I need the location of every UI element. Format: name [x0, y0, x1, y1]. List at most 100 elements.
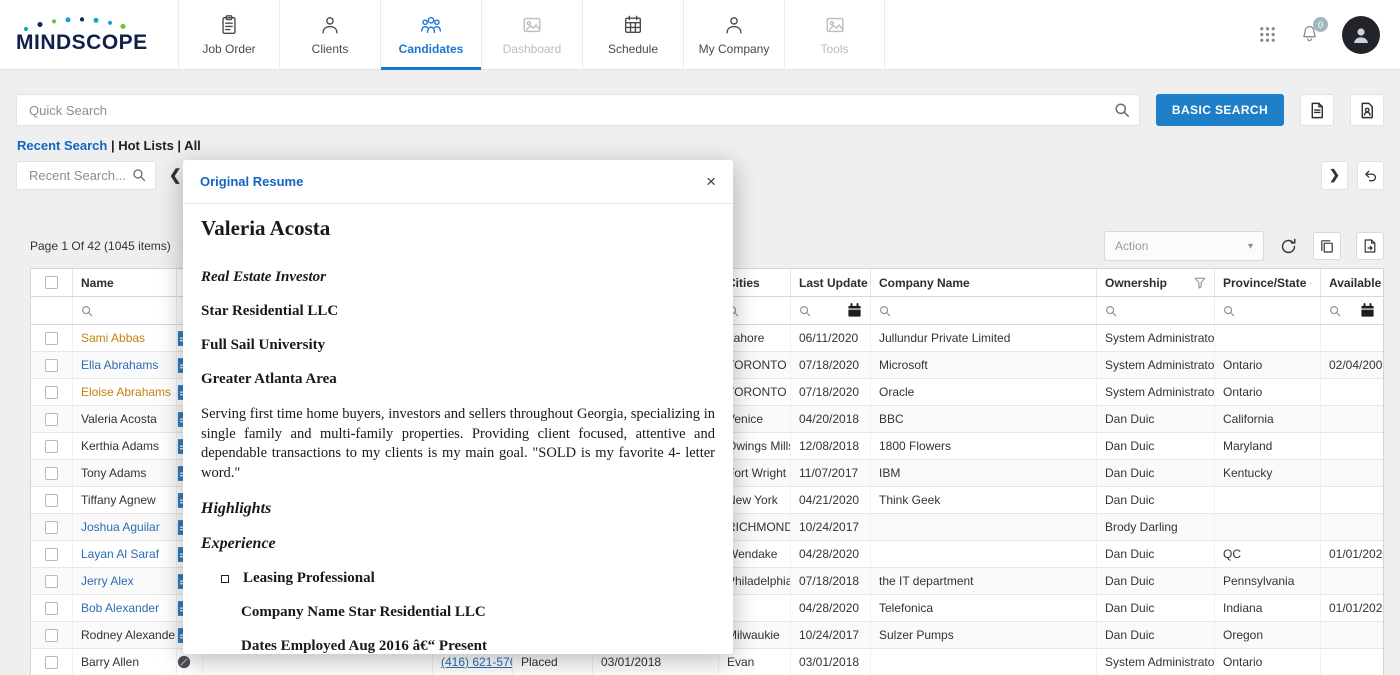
ownership-cell: System Administrator: [1097, 352, 1215, 378]
candidate-name-link[interactable]: Tiffany Agnew: [81, 493, 156, 507]
hot-lists-all-links[interactable]: | Hot Lists | All: [107, 138, 200, 153]
nav-label-dashboard: Dashboard: [503, 42, 562, 56]
search-icon: [1105, 305, 1117, 317]
refresh-button[interactable]: [1279, 237, 1298, 256]
filter-funnel-icon[interactable]: [1310, 277, 1312, 289]
header-ownership[interactable]: Ownership: [1097, 269, 1215, 296]
filter-province[interactable]: [1215, 297, 1321, 324]
filter-name[interactable]: [73, 297, 177, 324]
candidate-name-link[interactable]: Bob Alexander: [81, 601, 159, 615]
nav-item-candidates[interactable]: Candidates: [380, 0, 481, 69]
header-last-update[interactable]: Last Update: [791, 269, 871, 296]
scroll-right-button[interactable]: ❯: [1321, 161, 1348, 190]
province-cell: Ontario: [1215, 379, 1321, 405]
row-checkbox[interactable]: [45, 359, 58, 372]
header-name[interactable]: Name: [73, 269, 177, 296]
recent-search-link[interactable]: Recent Search: [17, 138, 107, 153]
row-checkbox[interactable]: [45, 548, 58, 561]
export-button[interactable]: [1356, 232, 1384, 260]
nav-label-schedule: Schedule: [608, 42, 658, 56]
row-checkbox[interactable]: [45, 656, 58, 669]
nav-item-tools[interactable]: Tools: [784, 0, 885, 69]
row-checkbox[interactable]: [45, 440, 58, 453]
export-icon: [1362, 238, 1378, 254]
province-cell: Indiana: [1215, 595, 1321, 621]
available-cell: [1321, 379, 1383, 405]
search-links-row: Recent Search | Hot Lists | All: [17, 138, 201, 153]
header-available[interactable]: Available: [1321, 269, 1383, 296]
ownership-cell: System Administrator: [1097, 649, 1215, 675]
header-province[interactable]: Province/State: [1215, 269, 1321, 296]
candidate-name-link[interactable]: Rodney Alexander: [81, 628, 177, 642]
recent-search-wrap: [16, 161, 156, 190]
row-checkbox[interactable]: [45, 413, 58, 426]
candidate-name-link[interactable]: Eloise Abrahams: [81, 385, 171, 399]
candidate-name-link[interactable]: Kerthia Adams: [81, 439, 159, 453]
row-checkbox[interactable]: [45, 386, 58, 399]
row-checkbox[interactable]: [45, 629, 58, 642]
row-checkbox[interactable]: [45, 494, 58, 507]
filter-select-cell: [31, 297, 73, 324]
candidate-name-link[interactable]: Layan Al Saraf: [81, 547, 159, 561]
close-icon[interactable]: ×: [706, 173, 716, 190]
last-update-cell: 04/21/2020: [791, 487, 871, 513]
action-dropdown[interactable]: Action ▾: [1104, 231, 1264, 261]
calendar-icon[interactable]: [847, 303, 862, 318]
row-checkbox[interactable]: [45, 602, 58, 615]
available-cell: [1321, 649, 1383, 675]
duplicate-button[interactable]: [1313, 232, 1341, 260]
candidate-name-link[interactable]: Joshua Aguilar: [81, 520, 160, 534]
row-checkbox[interactable]: [45, 521, 58, 534]
phone-link[interactable]: (416) 621-5767: [441, 655, 513, 669]
resume-import-button[interactable]: [1350, 94, 1384, 126]
search-icon[interactable]: [1114, 102, 1130, 118]
filter-ownership[interactable]: [1097, 297, 1215, 324]
nav-item-schedule[interactable]: Schedule: [582, 0, 683, 69]
candidate-name-link[interactable]: Sami Abbas: [81, 331, 145, 345]
row-select-cell: [31, 325, 73, 351]
candidate-name-link[interactable]: Ella Abrahams: [81, 358, 158, 372]
candidate-name-link[interactable]: Tony Adams: [81, 466, 146, 480]
header-company[interactable]: Company Name: [871, 269, 1097, 296]
quick-search-input[interactable]: [16, 94, 1140, 126]
company-cell: [871, 514, 1097, 540]
candidate-name-link[interactable]: Barry Allen: [81, 655, 139, 669]
nav-item-clients[interactable]: Clients: [279, 0, 380, 69]
search-icon[interactable]: [132, 168, 146, 182]
province-cell: [1215, 487, 1321, 513]
scroll-left-chevron[interactable]: ❮: [169, 166, 182, 184]
available-cell: [1321, 406, 1383, 432]
brand-logo[interactable]: MINDSCOPE: [0, 0, 178, 69]
brand-dots-icon: [20, 16, 140, 32]
available-cell: [1321, 460, 1383, 486]
search-icon: [81, 305, 93, 317]
undo-button[interactable]: [1357, 161, 1384, 190]
basic-search-button[interactable]: BASIC SEARCH: [1156, 94, 1284, 126]
last-update-cell: 04/20/2018: [791, 406, 871, 432]
select-all-checkbox[interactable]: [45, 276, 58, 289]
search-icon: [1329, 305, 1341, 317]
row-checkbox[interactable]: [45, 332, 58, 345]
province-cell: Ontario: [1215, 649, 1321, 675]
nav-item-my-company[interactable]: My Company: [683, 0, 784, 69]
nav-item-job-order[interactable]: Job Order: [178, 0, 279, 69]
blocked-icon[interactable]: [177, 655, 191, 669]
nav-label-my-company: My Company: [699, 42, 770, 56]
row-checkbox[interactable]: [45, 575, 58, 588]
filter-funnel-icon[interactable]: [1194, 277, 1206, 289]
candidate-name-link[interactable]: Jerry Alex: [81, 574, 134, 588]
tools-icon: [824, 14, 846, 36]
candidate-name-link[interactable]: Valeria Acosta: [81, 412, 157, 426]
resume-parse-button[interactable]: [1300, 94, 1334, 126]
row-checkbox[interactable]: [45, 467, 58, 480]
province-cell: [1215, 325, 1321, 351]
candidate-name-cell: Joshua Aguilar: [73, 514, 177, 540]
calendar-icon[interactable]: [1360, 303, 1375, 318]
notifications-bell-icon[interactable]: 0: [1299, 24, 1320, 45]
user-avatar[interactable]: [1342, 16, 1380, 54]
nav-item-dashboard[interactable]: Dashboard: [481, 0, 582, 69]
apps-grid-icon[interactable]: [1258, 25, 1277, 44]
filter-company[interactable]: [871, 297, 1097, 324]
filter-available[interactable]: [1321, 297, 1383, 324]
filter-last-update[interactable]: [791, 297, 871, 324]
